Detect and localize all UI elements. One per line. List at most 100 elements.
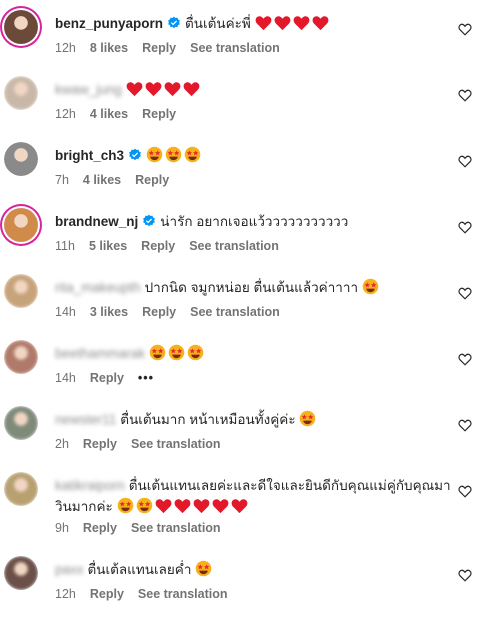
see-translation-button[interactable]: See translation [189, 239, 279, 253]
red-heart-emoji-icon [183, 81, 200, 103]
comment-time: 14h [55, 305, 76, 319]
star-struck-emoji-icon [136, 497, 153, 520]
comment-username[interactable]: beethammarak [55, 346, 145, 361]
comment-likes[interactable]: 4 likes [90, 107, 128, 121]
avatar[interactable] [4, 274, 38, 308]
like-heart-icon[interactable] [458, 287, 472, 305]
comment-text: paxx ตื่นเต้ลแทนเลยค่ำ [55, 559, 453, 583]
comment-username[interactable]: benz_punyaporn [55, 16, 163, 31]
comment-body: ตื่นเต้ลแทนเลยค่ำ [87, 562, 192, 577]
comment-meta: 12h Reply See translation [55, 586, 242, 602]
avatar-image [4, 472, 38, 506]
see-translation-button[interactable]: See translation [190, 305, 280, 319]
comment-time: 14h [55, 371, 76, 385]
red-heart-emoji-icon [212, 498, 229, 520]
comment-meta: 7h 4 likes Reply [55, 172, 183, 188]
star-struck-emoji-icon [165, 146, 182, 169]
avatar[interactable] [4, 208, 38, 242]
comment-username[interactable]: newster11 [55, 412, 116, 427]
comment-meta: 2h Reply See translation [55, 436, 235, 452]
see-translation-button[interactable]: See translation [138, 587, 228, 601]
comment-text: rita_makeupth ปากนิด จมูกหน่อย ตื่นเต้นแล… [55, 277, 453, 301]
avatar-image [4, 10, 38, 44]
like-heart-icon[interactable] [458, 23, 472, 41]
avatar[interactable] [4, 556, 38, 590]
reply-button[interactable]: Reply [83, 437, 117, 451]
see-translation-button[interactable]: See translation [190, 41, 280, 55]
comment-body: น่ารัก อยากเจอแว้ววววววววววว [160, 214, 349, 229]
comment-username[interactable]: paxx [55, 562, 84, 577]
comment-text: benz_punyaporn ตื่นเต้นค่ะพี่ [55, 13, 453, 37]
comment-time: 12h [55, 587, 76, 601]
comment-time: 12h [55, 107, 76, 121]
comment-likes[interactable]: 4 likes [83, 173, 121, 187]
comment-meta: 12h 4 likes Reply [55, 106, 190, 122]
comment-body: ตื่นเต้นค่ะพี่ [185, 16, 251, 31]
avatar-image [4, 76, 38, 110]
like-heart-icon[interactable] [458, 485, 472, 503]
avatar-image [4, 406, 38, 440]
red-heart-emoji-icon [164, 81, 181, 103]
comment-username[interactable]: brandnew_nj [55, 214, 138, 229]
avatar-image [4, 556, 38, 590]
comment-meta: 9h Reply See translation [55, 520, 235, 536]
reply-button[interactable]: Reply [141, 239, 175, 253]
like-heart-icon[interactable] [458, 353, 472, 371]
star-struck-emoji-icon [146, 146, 163, 169]
avatar[interactable] [4, 406, 38, 440]
avatar-image [4, 274, 38, 308]
red-heart-emoji-icon [174, 498, 191, 520]
see-translation-button[interactable]: See translation [131, 437, 221, 451]
comment-time: 7h [55, 173, 69, 187]
reply-button[interactable]: Reply [83, 521, 117, 535]
star-struck-emoji-icon [299, 410, 316, 433]
like-heart-icon[interactable] [458, 221, 472, 239]
like-heart-icon[interactable] [458, 155, 472, 173]
comment-body: ตื่นเต้นมาก หน้าเหมือนทั้งคู่ค่ะ [120, 412, 296, 427]
avatar[interactable] [4, 142, 38, 176]
reply-button[interactable]: Reply [142, 41, 176, 55]
comment-meta: 14h Reply ••• [55, 370, 168, 386]
comment-time: 12h [55, 41, 76, 55]
see-translation-button[interactable]: See translation [131, 521, 221, 535]
comment-username[interactable]: rita_makeupth [55, 280, 141, 295]
comment-username[interactable]: bright_ch3 [55, 148, 124, 163]
comment-username[interactable]: katikraiporn [55, 478, 125, 493]
reply-button[interactable]: Reply [90, 587, 124, 601]
reply-button[interactable]: Reply [142, 107, 176, 121]
like-heart-icon[interactable] [458, 419, 472, 437]
star-struck-emoji-icon [187, 344, 204, 367]
avatar-image [4, 142, 38, 176]
comment-likes[interactable]: 5 likes [89, 239, 127, 253]
avatar[interactable] [4, 76, 38, 110]
comment-meta: 14h 3 likes Reply See translation [55, 304, 294, 320]
comment-likes[interactable]: 8 likes [90, 41, 128, 55]
comment-username[interactable]: kwaw_jung [55, 82, 122, 97]
comment-likes[interactable]: 3 likes [90, 305, 128, 319]
red-heart-emoji-icon [293, 15, 310, 37]
red-heart-emoji-icon [274, 15, 291, 37]
comment-body: ปากนิด จมูกหน่อย ตื่นเต้นแล้วค่าาาา [144, 280, 359, 295]
like-heart-icon[interactable] [458, 569, 472, 587]
avatar[interactable] [4, 10, 38, 44]
reply-button[interactable]: Reply [90, 371, 124, 385]
comment-time: 9h [55, 521, 69, 535]
reply-button[interactable]: Reply [142, 305, 176, 319]
comment-text: kwaw_jung [55, 79, 453, 103]
comment-time: 2h [55, 437, 69, 451]
reply-button[interactable]: Reply [135, 173, 169, 187]
more-options-icon[interactable]: ••• [138, 371, 154, 385]
like-heart-icon[interactable] [458, 89, 472, 107]
comment-text: brandnew_nj น่ารัก อยากเจอแว้ววววววววววว [55, 211, 453, 234]
star-struck-emoji-icon [168, 344, 185, 367]
avatar[interactable] [4, 472, 38, 506]
comment-meta: 11h 5 likes Reply See translation [55, 238, 293, 254]
red-heart-emoji-icon [155, 498, 172, 520]
comment-text: katikraiporn ตื่นเต้นแทนเลยค่ะและดีใจและย… [55, 475, 453, 520]
avatar-image [4, 340, 38, 374]
red-heart-emoji-icon [126, 81, 143, 103]
star-struck-emoji-icon [184, 146, 201, 169]
avatar[interactable] [4, 340, 38, 374]
star-struck-emoji-icon [362, 278, 379, 301]
red-heart-emoji-icon [231, 498, 248, 520]
